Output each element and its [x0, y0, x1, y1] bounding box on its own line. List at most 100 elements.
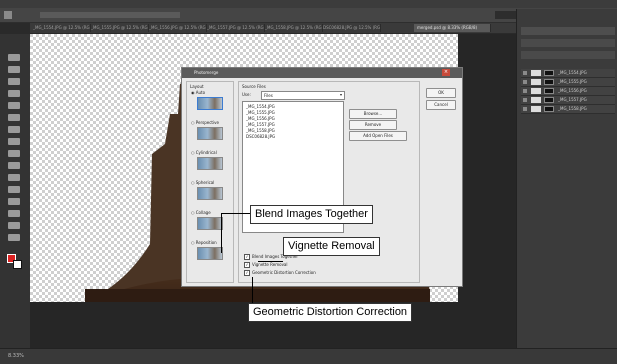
gradient-tool-icon[interactable] [8, 174, 20, 181]
lasso-tool-icon[interactable] [8, 66, 20, 73]
checkbox-check[interactable]: ✓ [244, 270, 250, 276]
layout-cylindrical-thumbnail[interactable] [197, 157, 223, 170]
layout-collage-thumbnail[interactable] [197, 217, 223, 230]
brush-tool-icon[interactable] [8, 126, 20, 133]
list-item[interactable]: _MG_1558.JPG [246, 128, 275, 133]
chevron-down-icon: ▾ [339, 92, 342, 97]
checkbox-check[interactable]: ✓ [244, 262, 250, 268]
use-select[interactable]: Files ▾ [261, 91, 345, 100]
document-tab[interactable]: _MG_1555.JPG @ 12.5% (RG... [88, 24, 149, 32]
status-bar: 8.33% [0, 348, 617, 364]
radio-spherical[interactable]: ○ Spherical [191, 180, 214, 185]
zoom-level[interactable]: 8.33% [8, 353, 24, 359]
leader-line-blend [221, 213, 251, 214]
layer-row[interactable]: _MG_1555.JPG [521, 78, 615, 87]
radio-cylindrical[interactable]: ○ Cylindrical [191, 150, 217, 155]
layer-mask-thumbnail [544, 70, 554, 76]
move-tool-icon[interactable] [4, 11, 12, 19]
radio-label: Auto [195, 90, 206, 95]
dialog-titlebar[interactable]: Photomerge × [182, 68, 462, 78]
document-tab[interactable]: _MG_1556.JPG @ 12.5% (RG... [146, 24, 207, 32]
blend-mode-bar[interactable] [521, 51, 615, 59]
layer-mask-thumbnail [544, 79, 554, 85]
leader-line-vignette [258, 261, 283, 262]
vignette-checkbox-label: Vignette Removal [252, 262, 288, 267]
vignette-checkbox[interactable]: ✓ Vignette Removal [244, 262, 288, 268]
healing-tool-icon[interactable] [8, 114, 20, 121]
list-item[interactable]: DSC06828.JPG [246, 134, 275, 139]
tools-panel [0, 34, 31, 348]
radio-perspective[interactable]: ○ Perspective [191, 120, 219, 125]
remove-button[interactable]: Remove [349, 120, 397, 130]
list-item[interactable]: _MG_1554.JPG [246, 104, 275, 109]
document-tab[interactable]: _MG_1557.JPG @ 12.5% (RG... [204, 24, 265, 32]
geometric-checkbox-label: Geometric Distortion Correction [252, 270, 316, 275]
document-tab[interactable]: _MG_1558.JPG @ 12.5% (RG... [262, 24, 323, 32]
layer-thumbnail [531, 88, 541, 94]
geometric-checkbox[interactable]: ✓ Geometric Distortion Correction [244, 270, 316, 276]
hand-tool-icon[interactable] [8, 234, 20, 241]
marquee-tool-icon[interactable] [8, 54, 20, 61]
history-brush-tool-icon[interactable] [8, 150, 20, 157]
list-item[interactable]: _MG_1556.JPG [246, 116, 275, 121]
layer-thumbnail [531, 97, 541, 103]
source-files-header: Source Files [242, 84, 266, 89]
document-tab-active[interactable]: merged.psd @ 8.33% (RGB/8) [414, 24, 491, 32]
layer-name: _MG_1557.JPG [558, 97, 587, 102]
layout-header: Layout [190, 84, 204, 89]
menu-bar[interactable] [0, 0, 617, 8]
layer-mask-thumbnail [544, 88, 554, 94]
callout-geometric-distortion: Geometric Distortion Correction [248, 303, 413, 322]
layers-tab[interactable] [521, 27, 615, 35]
dodge-tool-icon[interactable] [8, 198, 20, 205]
eye-icon[interactable] [523, 71, 527, 75]
tool-options[interactable] [40, 12, 180, 18]
radio-collage[interactable]: ○ Collage [191, 210, 211, 215]
cancel-button[interactable]: Cancel [426, 100, 456, 110]
layer-row[interactable]: _MG_1554.JPG [521, 69, 615, 78]
blur-tool-icon[interactable] [8, 186, 20, 193]
crop-tool-icon[interactable] [8, 90, 20, 97]
eye-icon[interactable] [523, 98, 527, 102]
list-item[interactable]: _MG_1557.JPG [246, 122, 275, 127]
eye-icon[interactable] [523, 80, 527, 84]
document-tabs: _MG_1554.JPG @ 12.5% (RG... _MG_1555.JPG… [30, 23, 516, 33]
layers-panel: _MG_1554.JPG _MG_1555.JPG _MG_1556.JPG _… [516, 9, 617, 348]
document-tab[interactable]: _MG_1554.JPG @ 12.5% (RG... [30, 24, 91, 32]
layout-spherical-thumbnail[interactable] [197, 187, 223, 200]
callout-blend-images: Blend Images Together [250, 205, 373, 224]
layer-name: _MG_1556.JPG [558, 88, 587, 93]
layer-row[interactable]: _MG_1556.JPG [521, 87, 615, 96]
layout-perspective-thumbnail[interactable] [197, 127, 223, 140]
layer-mask-thumbnail [544, 106, 554, 112]
layer-row[interactable]: _MG_1557.JPG [521, 96, 615, 105]
dialog-title: Photomerge [194, 70, 219, 75]
type-tool-icon[interactable] [8, 222, 20, 229]
background-color-swatch[interactable] [13, 260, 22, 269]
radio-label: Cylindrical [195, 150, 217, 155]
quick-select-tool-icon[interactable] [8, 78, 20, 85]
add-open-files-button[interactable]: Add Open Files [349, 131, 407, 141]
checkbox-check[interactable]: ✓ [244, 254, 250, 260]
document-tab[interactable]: DSC06828.JPG @ 12.5% (RG... [320, 24, 381, 32]
pen-tool-icon[interactable] [8, 210, 20, 217]
browse-button[interactable]: Browse... [349, 109, 397, 119]
layer-name: _MG_1558.JPG [558, 106, 587, 111]
layer-filter-bar[interactable] [521, 39, 615, 47]
ok-button[interactable]: OK [426, 88, 456, 98]
list-item[interactable]: _MG_1555.JPG [246, 110, 275, 115]
eye-icon[interactable] [523, 107, 527, 111]
close-icon[interactable]: × [442, 69, 450, 76]
stamp-tool-icon[interactable] [8, 138, 20, 145]
radio-auto[interactable]: ◉ Auto [191, 90, 205, 95]
eye-icon[interactable] [523, 89, 527, 93]
layer-row[interactable]: _MG_1558.JPG [521, 105, 615, 114]
layer-thumbnail [531, 70, 541, 76]
radio-label: Collage [195, 210, 211, 215]
radio-reposition[interactable]: ○ Reposition [191, 240, 217, 245]
callout-vignette-removal: Vignette Removal [283, 237, 380, 256]
layout-auto-thumbnail[interactable] [197, 97, 223, 110]
eraser-tool-icon[interactable] [8, 162, 20, 169]
layout-reposition-thumbnail[interactable] [197, 247, 223, 260]
eyedropper-tool-icon[interactable] [8, 102, 20, 109]
